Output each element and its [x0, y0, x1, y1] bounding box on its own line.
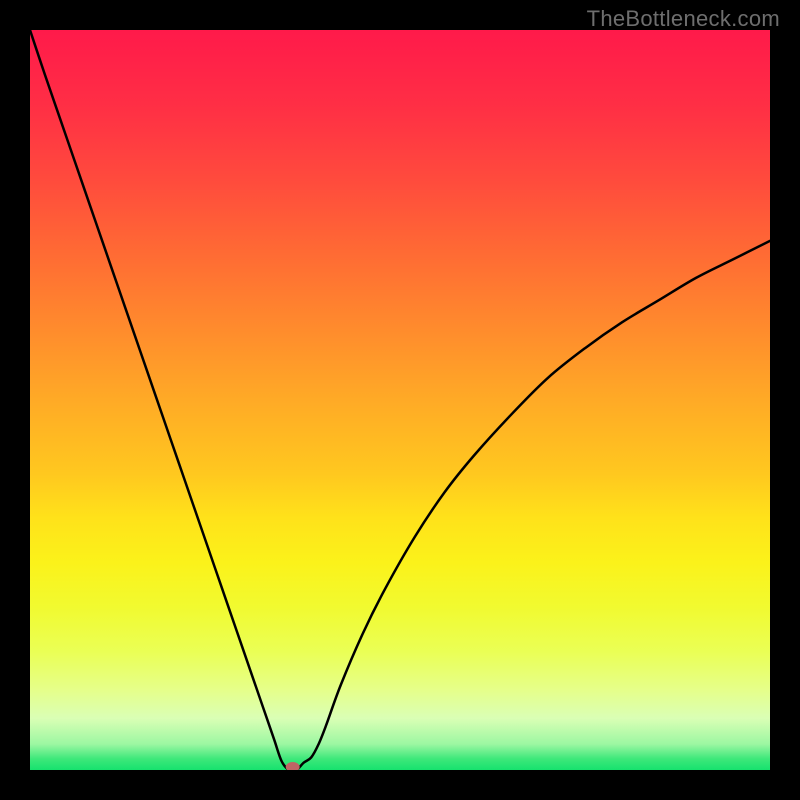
watermark-text: TheBottleneck.com: [587, 6, 780, 32]
chart-frame: TheBottleneck.com: [0, 0, 800, 800]
chart-svg: [30, 30, 770, 770]
gradient-background: [30, 30, 770, 770]
plot-area: [30, 30, 770, 770]
